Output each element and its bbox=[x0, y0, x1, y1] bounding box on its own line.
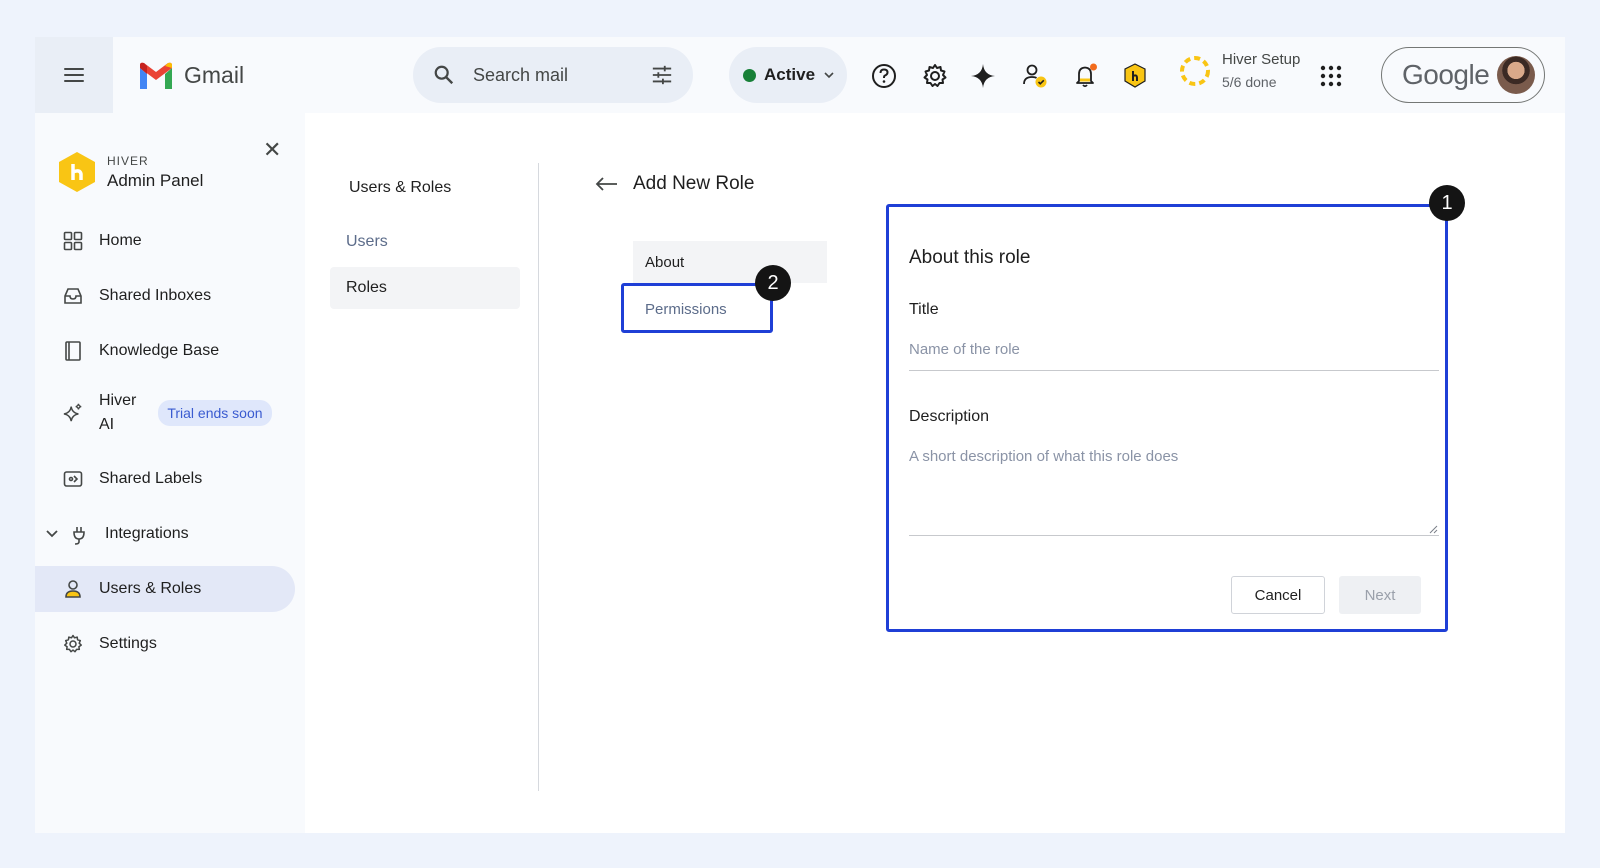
status-dropdown[interactable]: Active bbox=[729, 47, 847, 103]
main-menu-button[interactable] bbox=[35, 37, 113, 113]
cancel-button[interactable]: Cancel bbox=[1231, 576, 1325, 614]
chevron-down-icon bbox=[824, 72, 834, 79]
description-label: Description bbox=[909, 408, 990, 425]
card-title: About this role bbox=[909, 247, 1031, 268]
about-role-card: About this role Title Name of the role D… bbox=[887, 209, 1439, 629]
sidebar-item-label: Knowledge Base bbox=[99, 342, 220, 359]
google-wordmark: Google bbox=[1402, 59, 1490, 90]
search-icon[interactable] bbox=[433, 64, 455, 86]
google-account-button[interactable]: Google bbox=[1381, 47, 1545, 103]
annotation-badge-2: 2 bbox=[755, 265, 791, 301]
page-title: Add New Role bbox=[633, 173, 755, 194]
sidebar-item-label: Hiver AI bbox=[99, 392, 137, 433]
sidebar-item-shared-labels[interactable]: Shared Labels bbox=[35, 456, 295, 502]
brand-title: Admin Panel bbox=[107, 170, 204, 190]
notifications-bell-icon[interactable] bbox=[1071, 61, 1101, 91]
help-icon[interactable] bbox=[869, 61, 899, 91]
sidebar-item-settings[interactable]: Settings bbox=[35, 621, 295, 667]
sidebar-item-hiver-ai[interactable]: Hiver AI Trial ends soon bbox=[35, 383, 295, 443]
sidebar-item-users-roles[interactable]: Users & Roles bbox=[35, 566, 295, 612]
plug-icon bbox=[69, 524, 89, 545]
sidebar-item-label: Shared Inboxes bbox=[99, 287, 212, 304]
status-dot bbox=[743, 68, 756, 82]
user-check-icon[interactable] bbox=[1020, 61, 1050, 91]
close-icon[interactable]: ✕ bbox=[263, 137, 281, 163]
back-arrow-icon[interactable] bbox=[595, 176, 619, 192]
status-label: Active bbox=[764, 65, 816, 84]
label-icon bbox=[63, 469, 83, 489]
hiver-shield-icon[interactable] bbox=[1120, 61, 1150, 91]
title-label: Title bbox=[909, 301, 939, 318]
user-icon bbox=[63, 579, 83, 599]
hiver-logo-icon bbox=[59, 152, 95, 192]
sidebar-item-label: Shared Labels bbox=[99, 470, 203, 487]
setup-progress: 5/6 done bbox=[1222, 74, 1277, 90]
resize-handle-icon[interactable] bbox=[1429, 525, 1438, 534]
sidebar-item-label: Users & Roles bbox=[99, 580, 202, 597]
sidebar-item-shared-inboxes[interactable]: Shared Inboxes bbox=[35, 273, 295, 319]
main-panel: Users & Roles Users Roles Add New Role A… bbox=[305, 113, 1565, 833]
sidebar-item-label: Integrations bbox=[105, 525, 189, 542]
inbox-icon bbox=[63, 286, 83, 306]
sidebar-item-integrations[interactable]: Integrations bbox=[35, 511, 295, 557]
gear-icon bbox=[63, 634, 83, 654]
book-icon bbox=[63, 341, 83, 361]
divider bbox=[538, 163, 539, 791]
settings-gear-icon[interactable] bbox=[920, 61, 950, 91]
next-button[interactable]: Next bbox=[1339, 576, 1421, 614]
hiver-brand: HIVER Admin Panel bbox=[57, 151, 203, 193]
gmail-logo[interactable]: Gmail bbox=[138, 62, 244, 89]
gmail-window: Gmail Search mail Active Hiver Setup 5/6… bbox=[35, 37, 1565, 833]
highlight-permissions bbox=[621, 283, 773, 333]
home-grid-icon bbox=[63, 231, 83, 251]
setup-title: Hiver Setup bbox=[1222, 51, 1301, 68]
brand-small-label: HIVER bbox=[107, 153, 149, 168]
page-header: Add New Role bbox=[595, 173, 754, 195]
step-about[interactable]: About bbox=[633, 241, 827, 283]
avatar bbox=[1497, 56, 1536, 94]
sidebar-item-label: Settings bbox=[99, 635, 157, 652]
apps-grid-icon[interactable] bbox=[1316, 61, 1346, 91]
hamburger-icon bbox=[64, 68, 84, 82]
hiver-setup-progress[interactable]: Hiver Setup 5/6 done bbox=[1178, 51, 1300, 90]
chevron-down-icon[interactable] bbox=[45, 527, 59, 541]
sidebar-item-label: Home bbox=[99, 232, 142, 249]
description-textarea[interactable]: A short description of what this role do… bbox=[909, 446, 1439, 536]
subnav-item-roles[interactable]: Roles bbox=[330, 267, 520, 309]
top-bar: Gmail Search mail Active Hiver Setup 5/6… bbox=[35, 37, 1565, 113]
subnav-item-users[interactable]: Users bbox=[330, 221, 520, 263]
gmail-wordmark: Gmail bbox=[184, 62, 245, 88]
search-options-icon[interactable] bbox=[651, 64, 673, 86]
sidebar-item-knowledge-base[interactable]: Knowledge Base bbox=[35, 328, 295, 374]
gemini-sparkle-icon[interactable] bbox=[968, 61, 998, 91]
sidebar-item-home[interactable]: Home bbox=[35, 218, 295, 264]
progress-ring-icon bbox=[1180, 55, 1210, 86]
admin-sidebar: HIVER Admin Panel ✕ Home Shared Inboxes … bbox=[35, 113, 305, 833]
title-input[interactable]: Name of the role bbox=[909, 339, 1439, 371]
gmail-m-icon bbox=[140, 62, 172, 89]
trial-badge: Trial ends soon bbox=[158, 400, 272, 426]
sparkle-icon bbox=[63, 403, 83, 423]
search-bar[interactable]: Search mail bbox=[413, 47, 693, 103]
search-input[interactable]: Search mail bbox=[473, 65, 651, 86]
subnav-title: Users & Roles bbox=[349, 179, 452, 196]
